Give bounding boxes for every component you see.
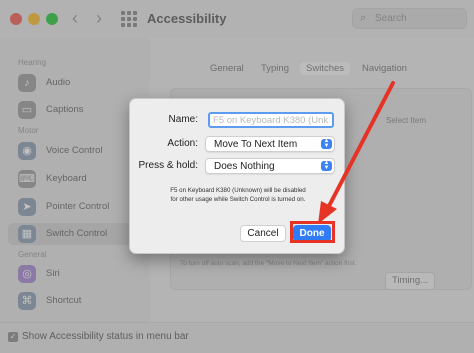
accessibility-window: ‹ › Accessibility ⌕ Search Hearing ♪ Aud… (0, 0, 474, 353)
annotation-arrow-icon (318, 81, 395, 224)
